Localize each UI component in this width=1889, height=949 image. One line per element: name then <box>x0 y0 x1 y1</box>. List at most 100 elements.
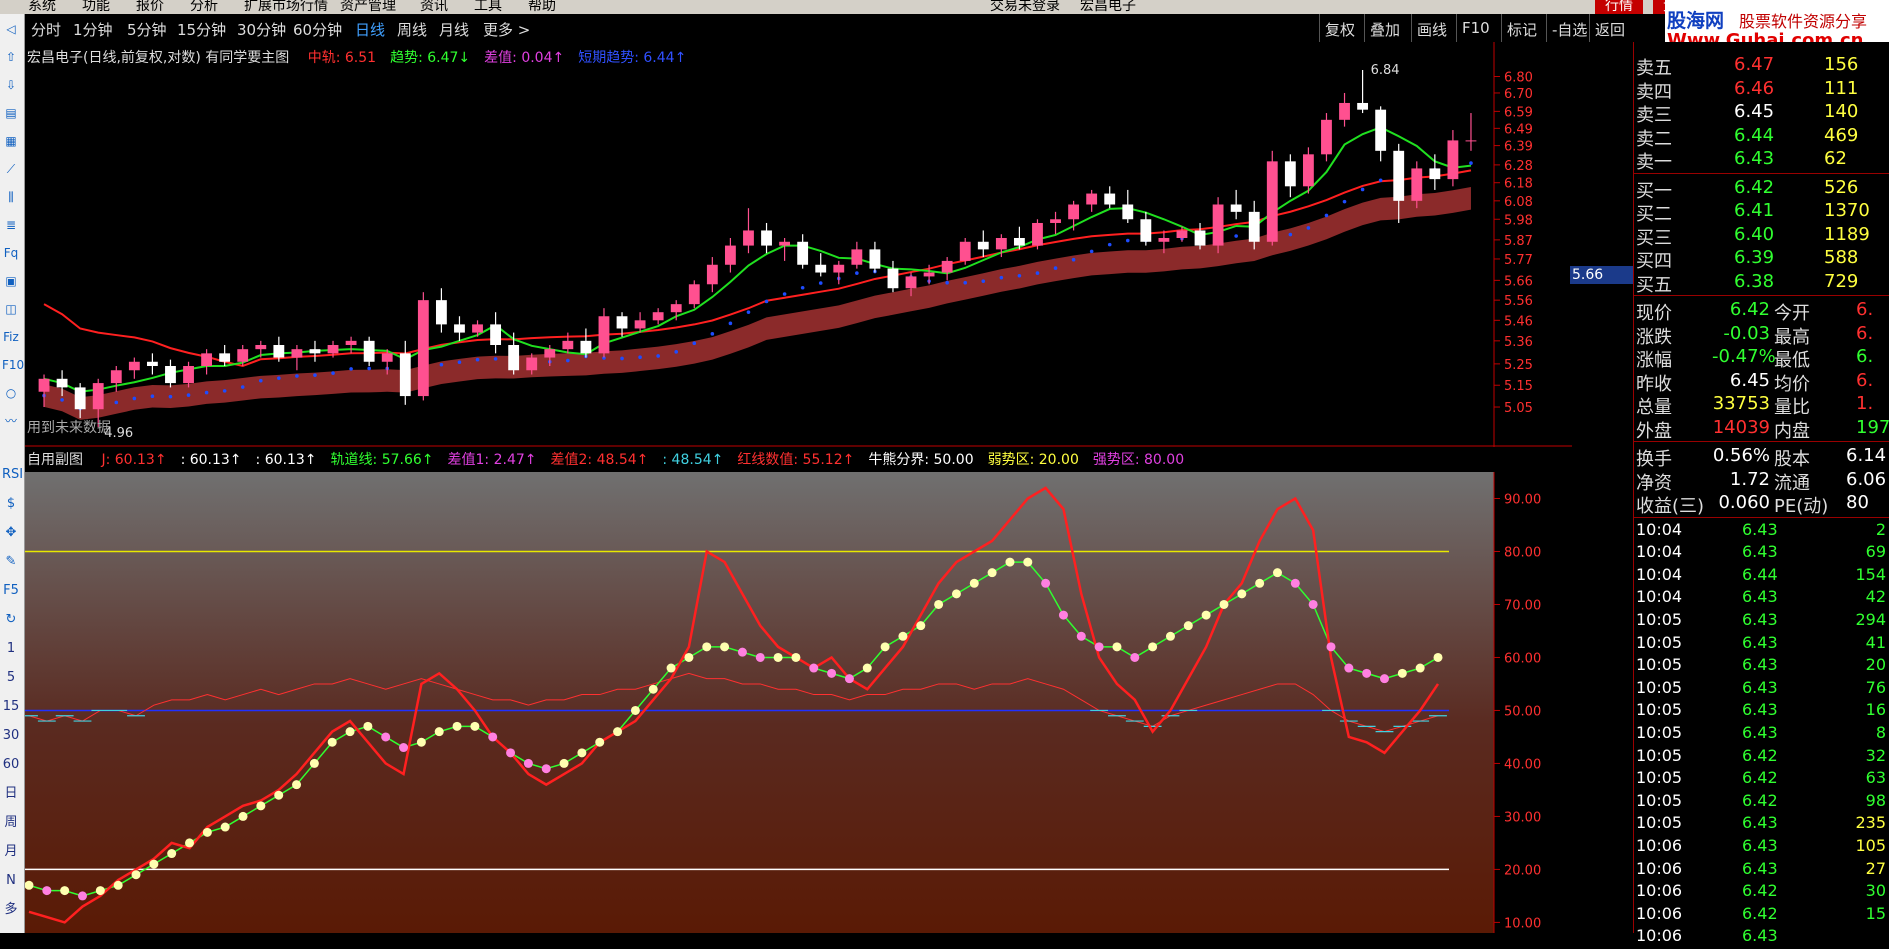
toolbar-button[interactable]: 画线 <box>1417 19 1447 40</box>
menu-item[interactable]: 工具 <box>474 0 502 14</box>
candle[interactable] <box>1212 197 1224 254</box>
circle-icon[interactable]: ○ <box>2 384 20 402</box>
short-trend-dot <box>818 281 823 285</box>
period-tab[interactable]: 月线 <box>439 19 469 40</box>
up-arrow-icon[interactable]: ⇧ <box>2 48 20 66</box>
stat-value: -0.03 <box>1723 322 1770 344</box>
menubar-button[interactable]: 行情 <box>1595 0 1643 14</box>
candle[interactable] <box>417 292 429 401</box>
track-dot <box>630 705 640 715</box>
candle[interactable] <box>1321 113 1332 162</box>
down-arrow-icon[interactable]: ⇩ <box>2 76 20 94</box>
toolbar-shortcut[interactable]: 月 <box>2 843 20 861</box>
short-trend-dot <box>258 378 263 383</box>
toolbar-button[interactable]: F10 <box>1462 19 1490 37</box>
candle[interactable] <box>1266 150 1278 246</box>
period-tab[interactable]: 30分钟 <box>237 19 286 40</box>
candle[interactable] <box>1032 219 1043 250</box>
candle[interactable] <box>363 336 375 366</box>
menu-item[interactable]: 分析 <box>190 0 218 14</box>
candle-body <box>255 344 267 350</box>
main-chart-panel[interactable]: 6.80 6.70 6.59 6.49 6.39 6.28 6.18 6.08 5.98 5.87… <box>25 42 1572 447</box>
fq-icon[interactable]: Fq <box>2 244 20 262</box>
toolbar-shortcut[interactable]: ✎ <box>2 553 20 571</box>
order-book-row[interactable]: 买五 6.38 729 <box>1634 271 1889 296</box>
order-book-row[interactable]: 买四 6.39 588 <box>1634 247 1889 272</box>
toolbar-button[interactable]: 返回 <box>1595 19 1625 40</box>
order-price: 6.45 <box>1734 101 1775 122</box>
calendar-icon[interactable]: ◫ <box>2 300 20 318</box>
price-tick-label: 6.80 <box>1504 71 1533 86</box>
wave-icon[interactable]: 〰 <box>2 412 20 430</box>
period-tab[interactable]: 分时 <box>31 19 61 40</box>
order-book-row[interactable]: 卖二 6.44 469 <box>1634 125 1889 150</box>
period-tab[interactable]: 1分钟 <box>73 19 113 40</box>
menu-item[interactable]: 功能 <box>82 0 110 14</box>
order-book-row[interactable]: 卖五 6.47 156 <box>1634 54 1889 79</box>
toolbar-button[interactable]: 复权 <box>1325 19 1355 40</box>
tick-price: 6.43 <box>1742 587 1778 607</box>
candle[interactable] <box>688 280 700 309</box>
candle-body <box>1194 230 1206 246</box>
toolbar-button[interactable]: 标记 <box>1507 19 1537 40</box>
candle-body <box>1140 219 1152 242</box>
candle-body <box>1122 204 1134 220</box>
price-tick-label: 5.87 <box>1504 234 1533 249</box>
toolbar-shortcut[interactable]: 多 <box>2 901 20 919</box>
candlestick-chart[interactable]: 6.806.70 6.59 6.49 6.39 6.28 6.18 6.08 5.98 5.87… <box>25 42 1572 447</box>
toolbar-shortcut[interactable]: 60 <box>2 756 20 774</box>
stat-label: 均价 <box>1774 373 1810 395</box>
toolbar-shortcut[interactable]: 日 <box>2 785 20 803</box>
toolbar-shortcut[interactable]: 5 <box>2 669 20 687</box>
candle[interactable] <box>959 237 971 265</box>
toolbar-shortcut[interactable]: ✥ <box>2 524 20 542</box>
menu-item[interactable]: 系统 <box>28 0 56 14</box>
toolbar-shortcut[interactable]: 15 <box>2 698 20 716</box>
f10-icon[interactable]: F10 <box>2 356 24 374</box>
tick-volume: 41 <box>1865 632 1886 652</box>
order-book-row[interactable]: 卖三 6.45 140 <box>1634 101 1889 126</box>
menu-item[interactable]: 帮助 <box>528 0 556 14</box>
toolbar-shortcut[interactable]: F5 <box>2 582 20 600</box>
toolbar-shortcut[interactable]: 30 <box>2 727 20 745</box>
indicator-chart[interactable]: 90.00 80.00 70.00 60.00 50.00 40.00 30.00 20.00… <box>20 447 1572 933</box>
period-tab[interactable]: 更多 > <box>483 19 530 40</box>
menu-item[interactable]: 报价 <box>136 0 164 14</box>
order-book-row[interactable]: 卖一 6.43 62 <box>1634 148 1889 173</box>
grid-icon[interactable]: ▦ <box>2 132 20 150</box>
toolbar-shortcut[interactable]: 周 <box>2 814 20 832</box>
toolbar-button[interactable]: 叠加 <box>1370 19 1400 40</box>
short-trend-dot <box>132 396 137 401</box>
order-book-row[interactable]: 卖四 6.46 111 <box>1634 78 1889 103</box>
order-book-row[interactable]: 买一 6.42 526 <box>1634 177 1889 202</box>
menu-item[interactable]: 资产管理 <box>340 0 396 14</box>
candle-icon[interactable]: ⫼ <box>2 188 20 206</box>
period-tab[interactable]: 60分钟 <box>293 19 342 40</box>
toolbar-shortcut[interactable]: $ <box>2 495 20 513</box>
track-dot <box>827 668 837 678</box>
list-icon[interactable]: ≣ <box>2 216 20 234</box>
toolbar-shortcut[interactable]: N <box>2 872 20 890</box>
news-icon[interactable]: ▣ <box>2 272 20 290</box>
toolbar-shortcut[interactable]: 1 <box>2 640 20 658</box>
sub-chart-panel[interactable]: 90.00 80.00 70.00 60.00 50.00 40.00 30.00 20.00… <box>20 447 1572 933</box>
candle-body <box>1068 204 1080 220</box>
menu-item[interactable]: 扩展市场行情 <box>244 0 328 14</box>
period-tab[interactable]: 15分钟 <box>177 19 226 40</box>
period-tab[interactable]: 周线 <box>397 19 427 40</box>
order-book-row[interactable]: 买二 6.41 1370 <box>1634 200 1889 225</box>
login-status[interactable]: 交易未登录 <box>990 0 1060 14</box>
menu-item[interactable]: 资讯 <box>420 0 448 14</box>
report-icon[interactable]: ▤ <box>2 104 20 122</box>
track-dot <box>1165 631 1175 641</box>
short-trend-dot <box>114 400 119 405</box>
toolbar-button[interactable]: -自选 <box>1552 19 1587 40</box>
toolbar-shortcut[interactable]: ↻ <box>2 611 20 629</box>
back-arrow-icon[interactable]: ◁ <box>2 20 20 38</box>
period-tab[interactable]: 5分钟 <box>127 19 167 40</box>
order-book-row[interactable]: 买三 6.40 1189 <box>1634 224 1889 249</box>
period-tab[interactable]: 日线 <box>355 19 385 40</box>
toolbar-shortcut[interactable]: RSI <box>2 466 23 484</box>
fiz-icon[interactable]: Fiz <box>2 328 20 346</box>
line-chart-icon[interactable]: ⟋ <box>2 160 20 178</box>
